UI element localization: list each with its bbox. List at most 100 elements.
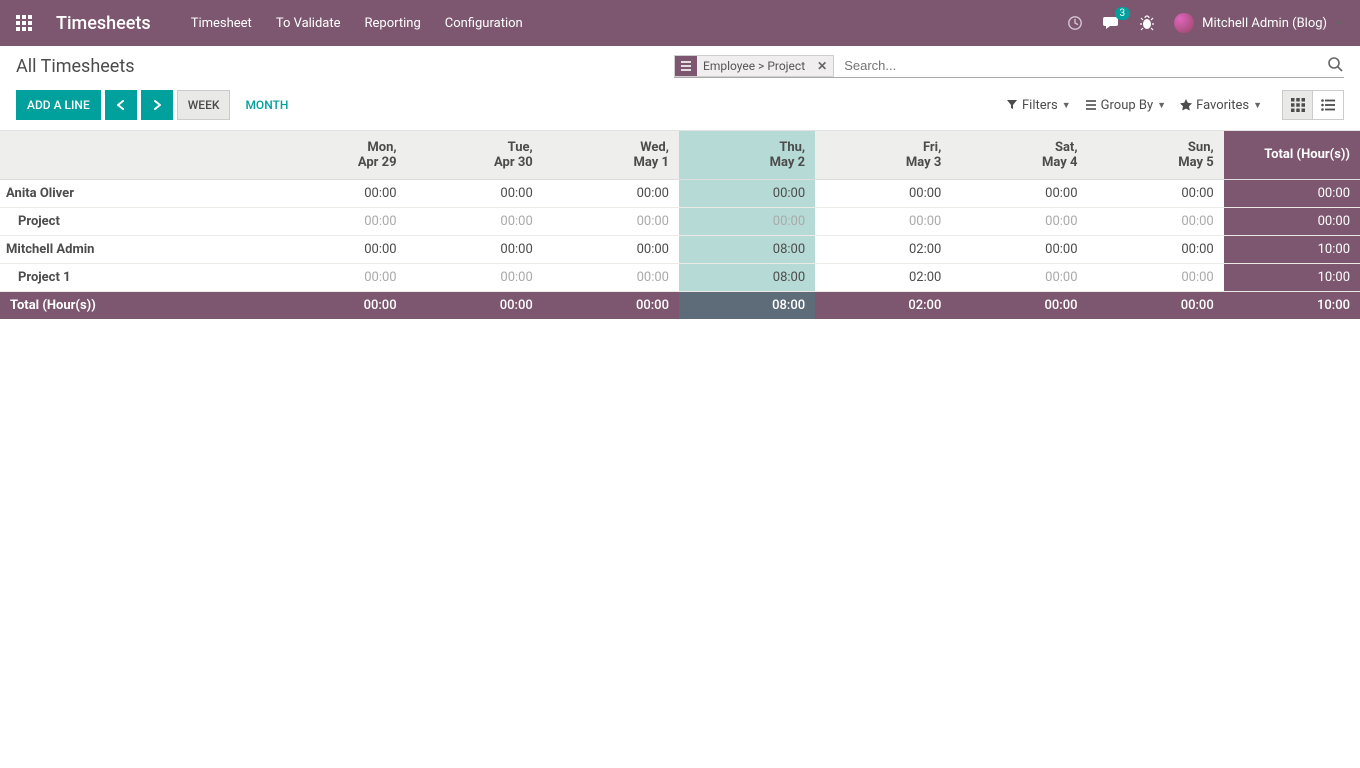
chevron-down-icon: ▼ <box>1062 100 1071 111</box>
view-list-button[interactable] <box>1313 91 1343 119</box>
group-label: Mitchell Admin <box>0 235 270 263</box>
group-cell: 00:00 <box>951 179 1087 207</box>
footer-label: Total (Hour(s)) <box>0 291 270 319</box>
time-cell[interactable]: 02:00 <box>815 263 951 291</box>
chevron-down-icon: ▼ <box>1335 18 1344 29</box>
timesheet-grid: Mon,Apr 29Tue,Apr 30Wed,May 1Thu,May 2Fr… <box>0 131 1360 319</box>
group-total: 10:00 <box>1224 235 1360 263</box>
day-header: Wed,May 1 <box>543 131 679 179</box>
time-cell[interactable]: 08:00 <box>679 263 815 291</box>
group-row[interactable]: Anita Oliver00:0000:0000:0000:0000:0000:… <box>0 179 1360 207</box>
group-cell: 00:00 <box>1088 235 1224 263</box>
time-cell[interactable]: 00:00 <box>543 263 679 291</box>
nav-link-reporting[interactable]: Reporting <box>365 16 421 31</box>
group-cell: 00:00 <box>1088 179 1224 207</box>
day-header: Thu,May 2 <box>679 131 815 179</box>
group-cell: 00:00 <box>543 179 679 207</box>
group-cell: 00:00 <box>270 235 406 263</box>
footer-cell: 00:00 <box>407 291 543 319</box>
facet-label: Employee > Project <box>697 59 811 73</box>
scale-month-button[interactable]: MONTH <box>234 90 299 120</box>
day-header: Sat,May 4 <box>951 131 1087 179</box>
group-cell: 02:00 <box>815 235 951 263</box>
time-cell[interactable]: 00:00 <box>407 263 543 291</box>
chevron-down-icon: ▼ <box>1253 100 1262 111</box>
apps-icon[interactable] <box>16 15 32 31</box>
control-panel: All Timesheets Employee > Project ✕ ADD … <box>0 46 1360 131</box>
grid-header: Mon,Apr 29Tue,Apr 30Wed,May 1Thu,May 2Fr… <box>0 131 1360 179</box>
group-cell: 00:00 <box>951 235 1087 263</box>
group-cell: 00:00 <box>407 179 543 207</box>
add-line-button[interactable]: ADD A LINE <box>16 90 101 120</box>
conversations-icon[interactable]: 3 <box>1102 15 1120 31</box>
search-facet: Employee > Project ✕ <box>674 55 834 77</box>
time-cell[interactable]: 00:00 <box>951 207 1087 235</box>
nav-link-timesheet[interactable]: Timesheet <box>191 16 252 31</box>
row-label: Project <box>0 207 270 235</box>
day-header: Tue,Apr 30 <box>407 131 543 179</box>
scale-week-button[interactable]: WEEK <box>177 90 231 120</box>
debug-icon[interactable] <box>1138 14 1156 32</box>
group-total: 00:00 <box>1224 179 1360 207</box>
group-cell: 08:00 <box>679 235 815 263</box>
nav-right: 3 Mitchell Admin (Blog) ▼ <box>1066 13 1344 33</box>
day-header: Mon,Apr 29 <box>270 131 406 179</box>
group-cell: 00:00 <box>815 179 951 207</box>
group-row[interactable]: Mitchell Admin00:0000:0000:0008:0002:000… <box>0 235 1360 263</box>
view-switcher <box>1282 90 1344 120</box>
time-cell[interactable]: 00:00 <box>543 207 679 235</box>
time-cell[interactable]: 00:00 <box>679 207 815 235</box>
favorites-label: Favorites <box>1196 98 1249 113</box>
time-cell[interactable]: 00:00 <box>951 263 1087 291</box>
footer-cell: 00:00 <box>1088 291 1224 319</box>
footer-cell: 00:00 <box>270 291 406 319</box>
table-row: Project 100:0000:0000:0008:0002:0000:000… <box>0 263 1360 291</box>
page-title: All Timesheets <box>16 56 135 77</box>
filters-menu[interactable]: Filters ▼ <box>1006 98 1071 113</box>
list-icon <box>675 56 697 76</box>
user-menu[interactable]: Mitchell Admin (Blog) ▼ <box>1174 13 1344 33</box>
groupby-label: Group By <box>1101 98 1154 113</box>
activity-icon[interactable] <box>1066 14 1084 32</box>
grid-corner <box>0 131 270 179</box>
footer-total: 10:00 <box>1224 291 1360 319</box>
search-input[interactable] <box>838 54 1326 77</box>
time-cell[interactable]: 00:00 <box>270 207 406 235</box>
time-cell[interactable]: 00:00 <box>815 207 951 235</box>
row-total: 00:00 <box>1224 207 1360 235</box>
day-header: Fri,May 3 <box>815 131 951 179</box>
nav-link-to-validate[interactable]: To Validate <box>276 16 341 31</box>
row-label: Project 1 <box>0 263 270 291</box>
groupby-menu[interactable]: Group By ▼ <box>1085 98 1166 113</box>
total-header: Total (Hour(s)) <box>1224 131 1360 179</box>
facet-remove[interactable]: ✕ <box>811 59 833 73</box>
group-label: Anita Oliver <box>0 179 270 207</box>
search-icon[interactable] <box>1326 56 1344 76</box>
table-row: Project00:0000:0000:0000:0000:0000:0000:… <box>0 207 1360 235</box>
time-cell[interactable]: 00:00 <box>1088 263 1224 291</box>
nav-links: Timesheet To Validate Reporting Configur… <box>191 16 1066 31</box>
favorites-menu[interactable]: Favorites ▼ <box>1180 98 1262 113</box>
brand-title[interactable]: Timesheets <box>56 13 151 34</box>
group-cell: 00:00 <box>270 179 406 207</box>
group-cell: 00:00 <box>407 235 543 263</box>
group-cell: 00:00 <box>543 235 679 263</box>
conversations-count: 3 <box>1115 7 1131 20</box>
time-cell[interactable]: 00:00 <box>270 263 406 291</box>
user-label: Mitchell Admin (Blog) <box>1202 16 1327 31</box>
row-total: 10:00 <box>1224 263 1360 291</box>
time-cell[interactable]: 00:00 <box>1088 207 1224 235</box>
day-header: Sun,May 5 <box>1088 131 1224 179</box>
top-nav: Timesheets Timesheet To Validate Reporti… <box>0 0 1360 46</box>
next-button[interactable] <box>141 90 173 120</box>
footer-cell: 00:00 <box>951 291 1087 319</box>
avatar <box>1174 13 1194 33</box>
filters-label: Filters <box>1022 98 1058 113</box>
group-cell: 00:00 <box>679 179 815 207</box>
footer-cell: 08:00 <box>679 291 815 319</box>
nav-link-configuration[interactable]: Configuration <box>445 16 523 31</box>
footer-cell: 00:00 <box>543 291 679 319</box>
prev-button[interactable] <box>105 90 137 120</box>
time-cell[interactable]: 00:00 <box>407 207 543 235</box>
view-grid-button[interactable] <box>1283 91 1313 119</box>
